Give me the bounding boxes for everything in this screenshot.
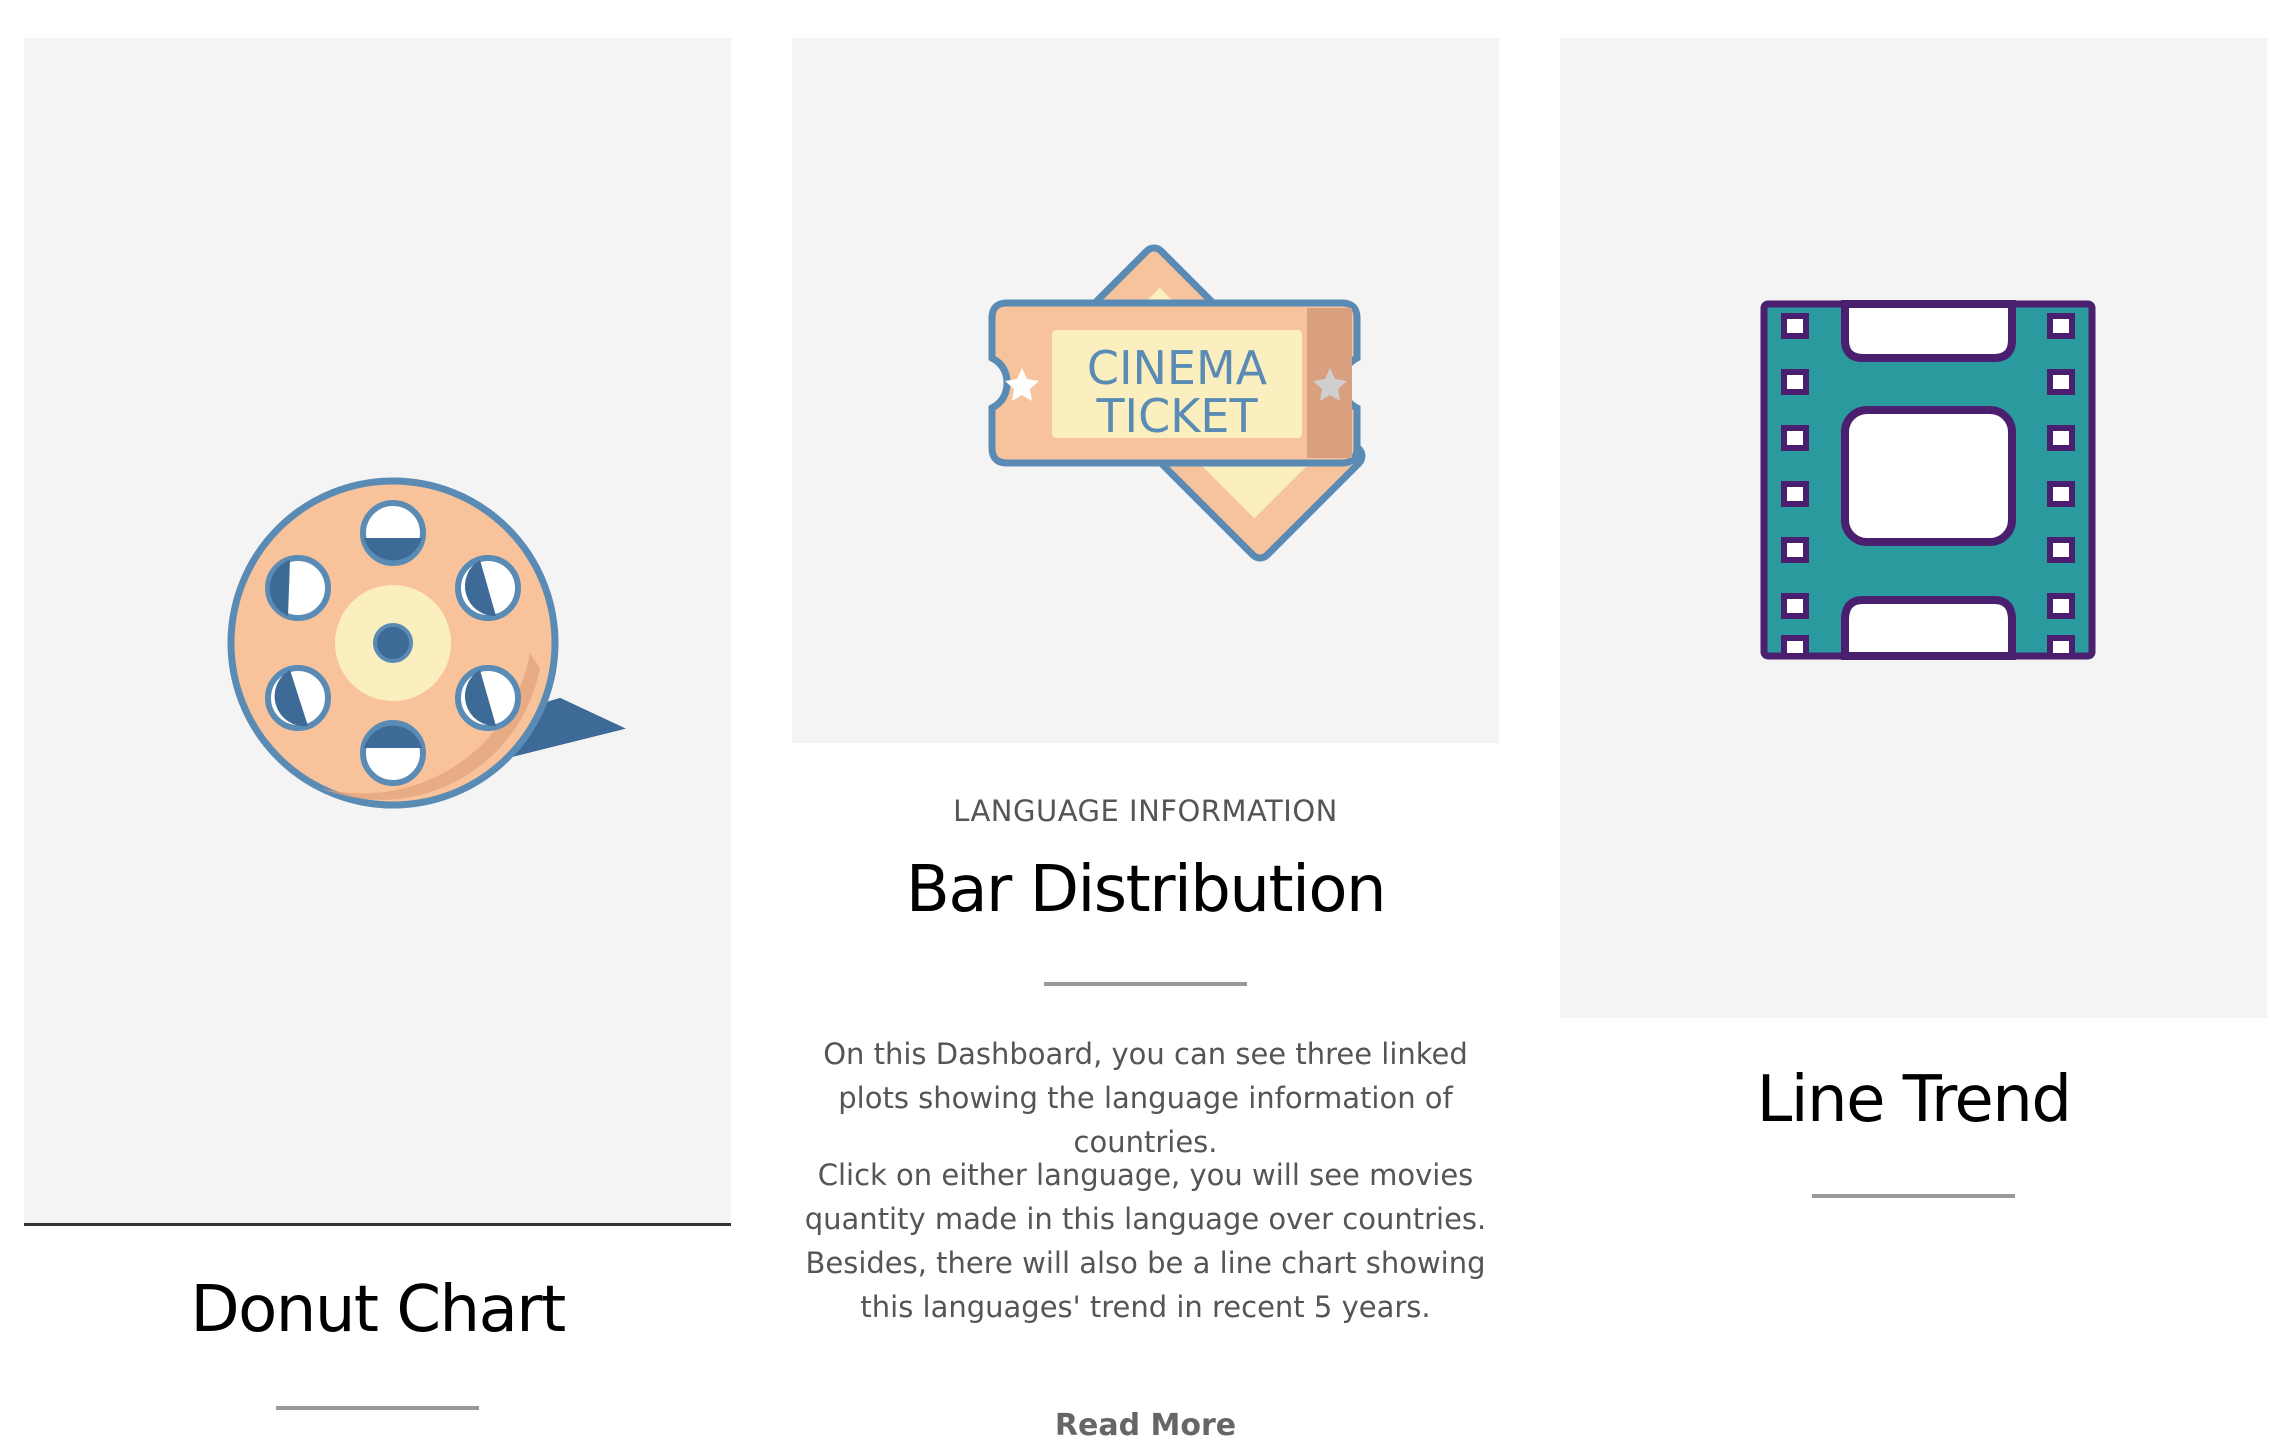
card-image[interactable] — [24, 38, 731, 1226]
card-donut-chart[interactable]: Donut Chart — [24, 38, 731, 1430]
card-category: LANGUAGE INFORMATION — [953, 794, 1338, 828]
cinema-ticket-icon: CINEMA TICKET — [988, 244, 1366, 562]
card-image[interactable]: CINEMA TICKET — [792, 38, 1499, 743]
card-description-2: Click on either language, you will see m… — [804, 1158, 1487, 1324]
film-strip-icon — [1760, 300, 2096, 660]
film-reel-icon — [227, 477, 626, 809]
ticket-text-line2: TICKET — [1095, 389, 1258, 443]
divider — [276, 1406, 479, 1410]
card-title[interactable]: Bar Distribution — [792, 858, 1499, 922]
read-more-link[interactable]: Read More — [792, 1408, 1499, 1443]
divider — [1812, 1194, 2015, 1198]
ticket-text-line1: CINEMA — [1087, 341, 1268, 395]
card-title[interactable]: Line Trend — [1560, 1068, 2267, 1132]
card-line-trend[interactable]: Line Trend — [1560, 38, 2267, 1430]
card-title[interactable]: Donut Chart — [24, 1278, 731, 1342]
card-bar-distribution[interactable]: CINEMA TICKET LANGUAGE INFORMATION Bar D… — [792, 38, 1499, 1443]
card-description-1: On this Dashboard, you can see three lin… — [823, 1037, 1468, 1159]
card-image[interactable] — [1560, 38, 2267, 1018]
divider — [1044, 982, 1247, 986]
